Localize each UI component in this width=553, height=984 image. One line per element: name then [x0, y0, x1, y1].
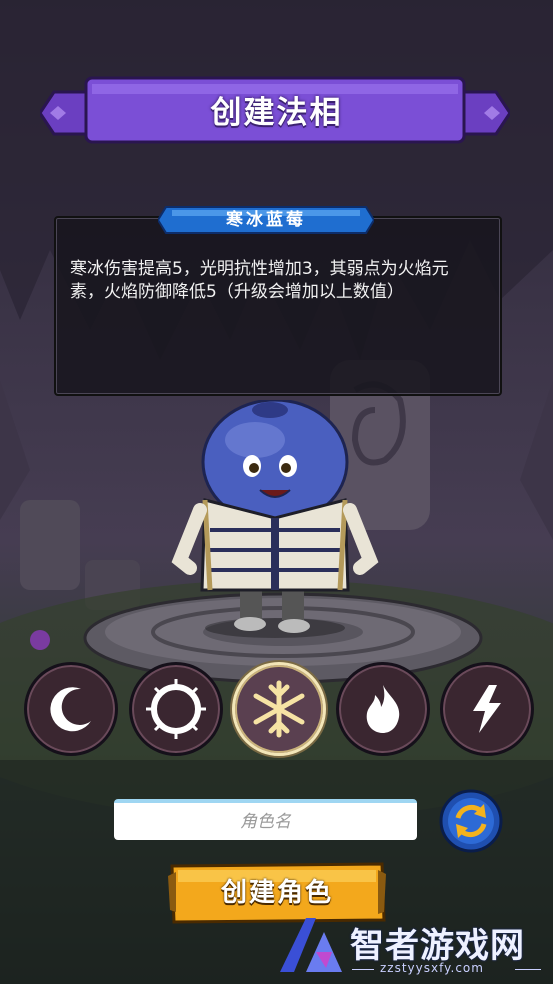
blueberry-character: [171, 400, 379, 638]
watermark-divider-left: [352, 969, 374, 970]
snowflake-icon: [253, 680, 305, 738]
flame-icon: [366, 685, 400, 733]
element-fire-button[interactable]: [336, 662, 430, 756]
element-ice-button[interactable]: [232, 662, 326, 756]
lightning-icon: [473, 685, 501, 733]
watermark-logo: [280, 918, 342, 972]
watermark-name: 智者游戏网: [350, 926, 525, 966]
element-moon-button[interactable]: [24, 662, 118, 756]
sun-ring-icon: [146, 679, 206, 739]
description-text: 寒冰伤害提高5，光明抗性增加3，其弱点为火焰元素，火焰防御降低5（升级会增加以上…: [70, 259, 449, 302]
crescent-moon-icon: [50, 687, 91, 732]
watermark-url: zzstyysxfy.com: [380, 961, 484, 975]
watermark-divider-right: [515, 969, 541, 970]
refresh-name-button[interactable]: [438, 788, 504, 854]
element-thunder-button[interactable]: [440, 662, 534, 756]
description-tab-label: 寒冰蓝莓: [226, 210, 306, 230]
page-title: 创建法相: [210, 95, 343, 131]
description-panel: [54, 216, 502, 396]
character-name-input[interactable]: [114, 799, 417, 840]
element-light-button[interactable]: [129, 662, 223, 756]
